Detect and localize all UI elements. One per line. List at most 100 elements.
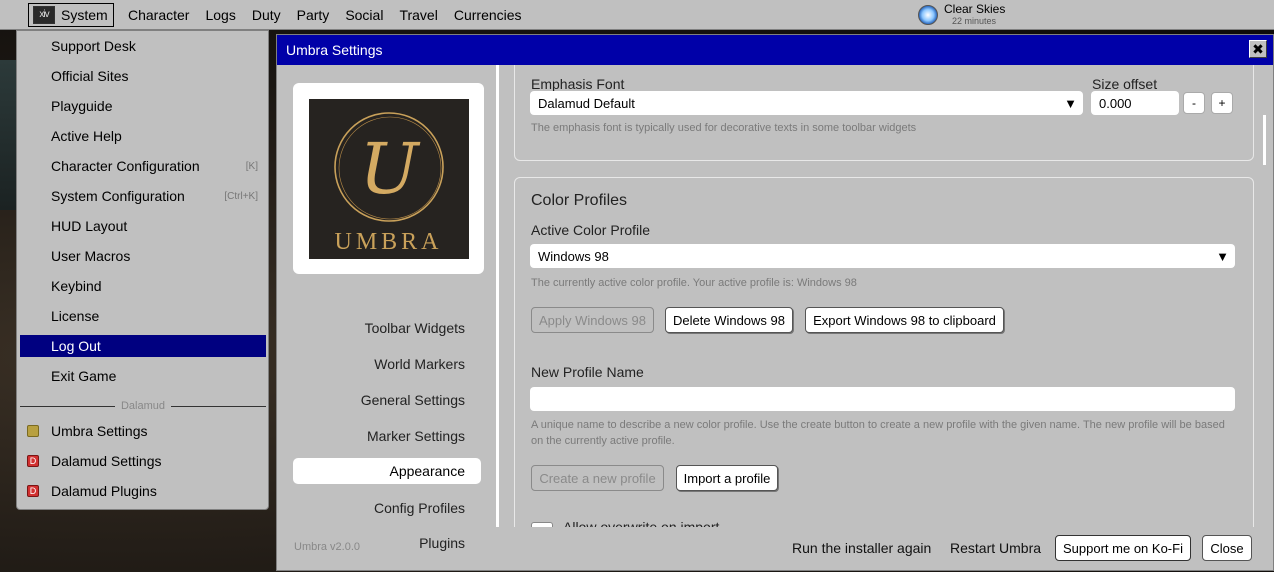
- size-offset-input[interactable]: 0.000: [1091, 91, 1179, 115]
- menu-item-playguide[interactable]: Playguide: [20, 95, 266, 117]
- dalamud-separator: Dalamud: [20, 400, 266, 412]
- menu-item-label: System Configuration: [51, 188, 185, 204]
- menu-item-dalamud-settings[interactable]: D Dalamud Settings: [20, 450, 266, 472]
- restart-umbra-button[interactable]: Restart Umbra: [950, 540, 1041, 556]
- umbra-settings-window: Umbra Settings ✖ U UMBRA Toolbar Widgets…: [276, 34, 1274, 571]
- nav-config-profiles[interactable]: Config Profiles: [293, 495, 481, 521]
- menu-item-label: Character Configuration: [51, 158, 200, 174]
- active-color-profile-select[interactable]: Windows 98 ▼: [530, 244, 1235, 268]
- apply-profile-button[interactable]: Apply Windows 98: [531, 307, 654, 333]
- window-title: Umbra Settings: [286, 42, 383, 58]
- menu-party[interactable]: Party: [289, 3, 338, 27]
- menu-item-active-help[interactable]: Active Help: [20, 125, 266, 147]
- emphasis-font-panel: Emphasis Font Size offset Dalamud Defaul…: [514, 65, 1254, 161]
- nav-general-settings[interactable]: General Settings: [293, 387, 481, 413]
- menu-currencies[interactable]: Currencies: [446, 3, 530, 27]
- menu-item-label: Umbra Settings: [51, 423, 148, 439]
- close-button[interactable]: Close: [1202, 535, 1252, 561]
- color-profiles-heading: Color Profiles: [531, 192, 628, 209]
- menu-item-label: Playguide: [51, 98, 113, 114]
- menu-item-support-desk[interactable]: Support Desk: [20, 35, 266, 57]
- menu-item-dalamud-plugins[interactable]: D Dalamud Plugins: [20, 480, 266, 502]
- xiv-logo-icon: xiv: [33, 5, 55, 24]
- menu-item-label: HUD Layout: [51, 218, 128, 234]
- menu-item-user-macros[interactable]: User Macros: [20, 245, 266, 267]
- umbra-logo-frame: U UMBRA: [293, 83, 484, 274]
- umbra-logo-letter: U: [359, 128, 420, 210]
- menu-logs[interactable]: Logs: [197, 3, 243, 27]
- run-installer-button[interactable]: Run the installer again: [792, 540, 931, 556]
- weather-widget[interactable]: Clear Skies 22 minutes: [918, 3, 1005, 27]
- window-footer: Umbra v2.0.0 Run the installer again Res…: [277, 528, 1273, 570]
- size-decrease-button[interactable]: -: [1183, 92, 1205, 114]
- create-profile-button[interactable]: Create a new profile: [531, 465, 664, 491]
- allow-overwrite-label: Allow overwrite on import: [563, 519, 720, 527]
- emphasis-font-label: Emphasis Font: [531, 76, 625, 92]
- menu-item-shortcut: [Ctrl+K]: [224, 190, 258, 202]
- export-profile-button[interactable]: Export Windows 98 to clipboard: [805, 307, 1004, 333]
- kofi-support-button[interactable]: Support me on Ko-Fi: [1055, 535, 1191, 561]
- umbra-icon: [27, 425, 39, 437]
- window-title-bar[interactable]: Umbra Settings: [277, 35, 1273, 65]
- new-profile-hint: A unique name to describe a new color pr…: [531, 419, 1225, 447]
- system-menu-button[interactable]: xiv System: [28, 2, 114, 27]
- menu-item-umbra-settings[interactable]: Umbra Settings: [20, 420, 266, 442]
- menu-item-label: Official Sites: [51, 68, 129, 84]
- menu-item-label: Keybind: [51, 278, 102, 294]
- emphasis-font-hint: The emphasis font is typically used for …: [531, 122, 917, 134]
- weather-name: Clear Skies: [944, 2, 1006, 16]
- menu-item-hud-layout[interactable]: HUD Layout: [20, 215, 266, 237]
- content-scrollbar[interactable]: [1263, 115, 1266, 165]
- import-profile-button[interactable]: Import a profile: [676, 465, 778, 491]
- new-profile-name-input[interactable]: [530, 387, 1235, 411]
- dalamud-icon: D: [27, 455, 39, 467]
- menu-item-character-configuration[interactable]: Character Configuration [K]: [20, 155, 266, 177]
- menu-item-log-out[interactable]: Log Out: [20, 335, 266, 357]
- system-menu-label: System: [61, 6, 108, 23]
- menu-item-label: Dalamud Settings: [51, 453, 162, 469]
- emphasis-font-select[interactable]: Dalamud Default ▼: [530, 91, 1083, 115]
- active-color-profile-label: Active Color Profile: [531, 222, 651, 238]
- size-offset-label: Size offset: [1092, 76, 1158, 92]
- dalamud-icon: D: [27, 485, 39, 497]
- menu-item-exit-game[interactable]: Exit Game: [20, 365, 266, 387]
- delete-profile-button[interactable]: Delete Windows 98: [665, 307, 793, 333]
- new-profile-name-label: New Profile Name: [531, 364, 644, 380]
- menu-character[interactable]: Character: [120, 3, 197, 27]
- nav-marker-settings[interactable]: Marker Settings: [293, 423, 481, 449]
- menu-item-system-configuration[interactable]: System Configuration [Ctrl+K]: [20, 185, 266, 207]
- system-dropdown-menu: Support Desk Official Sites Playguide Ac…: [16, 30, 269, 510]
- window-close-icon[interactable]: ✖: [1249, 40, 1267, 58]
- settings-content: Emphasis Font Size offset Dalamud Defaul…: [499, 65, 1273, 527]
- menu-item-label: Exit Game: [51, 368, 117, 384]
- nav-appearance[interactable]: Appearance: [293, 458, 481, 484]
- emphasis-font-value: Dalamud Default: [538, 95, 635, 111]
- active-profile-hint: The currently active color profile. Your…: [531, 277, 857, 289]
- weather-time: 22 minutes: [952, 16, 997, 26]
- umbra-logo: U UMBRA: [308, 98, 469, 259]
- menu-item-label: Active Help: [51, 128, 122, 144]
- menu-item-keybind[interactable]: Keybind: [20, 275, 266, 297]
- menu-item-label: License: [51, 308, 100, 324]
- menu-duty[interactable]: Duty: [244, 3, 289, 27]
- menu-item-label: Support Desk: [51, 38, 136, 54]
- version-label: Umbra v2.0.0: [294, 541, 361, 553]
- nav-toolbar-widgets[interactable]: Toolbar Widgets: [293, 315, 481, 341]
- menu-item-label: Log Out: [51, 338, 101, 354]
- menu-item-official-sites[interactable]: Official Sites: [20, 65, 266, 87]
- allow-overwrite-checkbox[interactable]: [531, 522, 553, 527]
- active-color-profile-value: Windows 98: [538, 248, 609, 264]
- color-profiles-panel: Color Profiles Active Color Profile Wind…: [514, 177, 1254, 527]
- settings-sidebar: U UMBRA Toolbar Widgets World Markers Ge…: [277, 65, 497, 551]
- menu-social[interactable]: Social: [337, 3, 391, 27]
- main-menu-bar: xiv System Character Logs Duty Party Soc…: [0, 0, 1274, 30]
- separator-label: Dalamud: [120, 400, 166, 412]
- menu-item-label: Dalamud Plugins: [51, 483, 157, 499]
- menu-item-shortcut: [K]: [245, 160, 258, 172]
- menu-travel[interactable]: Travel: [391, 3, 445, 27]
- dropdown-arrow-icon: ▼: [1216, 248, 1229, 264]
- size-increase-button[interactable]: +: [1211, 92, 1233, 114]
- menu-item-label: User Macros: [51, 248, 131, 264]
- menu-item-license[interactable]: License: [20, 305, 266, 327]
- nav-world-markers[interactable]: World Markers: [293, 351, 481, 377]
